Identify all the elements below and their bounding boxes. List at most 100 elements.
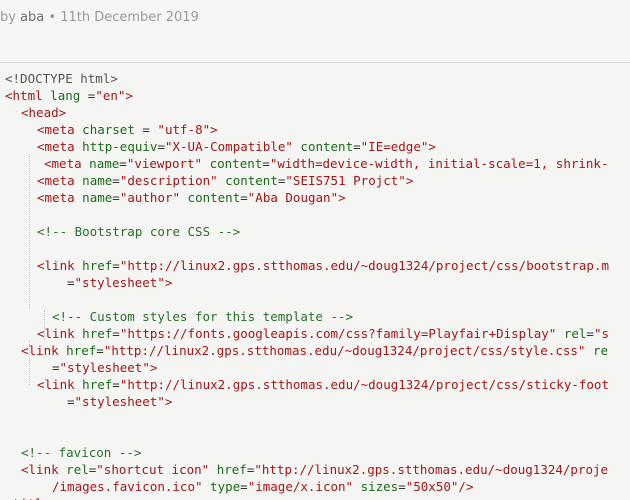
code-line: <!-- Bootstrap core CSS --> [37,223,240,240]
code-token: "http://linux2.gps.stthomas.edu/~doug132… [103,343,586,358]
code-line: <!DOCTYPE html> [5,70,118,87]
code-token: "author" [119,190,181,205]
code-token: "description" [119,173,218,188]
code-token: /> [458,479,474,494]
code-token: "stylesheet" [74,394,165,409]
code-token: "stylesheet" [74,275,165,290]
code-token: <!DOCTYPE html> [5,71,118,86]
code-token: = [119,156,127,171]
code-token: <meta [37,173,75,188]
byline-separator: • [44,10,61,25]
code-token: > [405,173,414,188]
code-line: <meta name="viewport" content="width=dev… [44,155,608,172]
code-token: > [338,190,346,205]
code-token: = [112,258,120,273]
code-line: <link href = "https://fonts.googleapis.com… [37,325,609,342]
code-token: "image/x.icon" [247,479,354,494]
code-token: <!-- Custom styles for this template --> [52,309,354,324]
code-token: = [353,139,361,154]
code-token: <meta [37,190,75,205]
code-token: "s [593,326,610,341]
code-token: "http://linux2.gps.stthomas.edu/~doug132… [119,377,609,392]
code-token: content [292,139,354,154]
code-token: content [180,190,241,205]
code-token: <meta [37,139,75,154]
code-line: <link href="http://linux2.gps.stthomas.e… [21,342,608,359]
code-line: <titl [5,495,43,500]
code-token: <!-- Bootstrap core CSS --> [37,224,241,239]
code-token: > [125,88,133,103]
code-token: charset [74,122,135,137]
code-token: = [52,360,60,375]
code-token: "SEIS751 Projct" [285,173,406,188]
code-token: "shortcut icon" [96,462,210,477]
code-token: "utf-8" [157,122,211,137]
code-token: <link [37,377,75,392]
code-line: /images.favicon.ico" type="image/x.icon"… [52,478,473,495]
code-token: re [585,343,609,358]
code-token: "width=device-width, initial-scale=1, sh… [269,156,609,171]
code-token: "Aba Dougan" [247,190,339,205]
code-token: = [67,275,75,290]
code-token: = [586,326,594,341]
code-token: = [240,190,248,205]
code-line: <meta charset = "utf-8"> [37,121,218,138]
code-token: href [209,462,247,477]
code-token: > [164,275,173,290]
code-line: <link href="http://linux2.gps.stthomas.e… [37,257,609,274]
code-line: <html lang ="en"> [5,87,133,104]
code-token: lang [42,88,81,103]
code-token: "IE=edge" [360,139,429,154]
code-token: = [112,377,120,392]
byline-prefix: by [0,10,21,25]
code-token: = [157,139,165,154]
code-token: <head> [21,105,67,120]
code-block[interactable]: <!DOCTYPE html> <html lang ="en"> <head> <m… [0,63,630,500]
code-token: = [112,173,120,188]
author-link[interactable]: aba [20,10,44,25]
code-token: > [210,122,218,137]
code-token: content [202,156,263,171]
code-token: = [240,479,248,494]
code-line: ="stylesheet"> [67,393,172,410]
code-token: "http://linux2.gps.stthomas.edu/~doug132… [254,462,609,477]
code-line: <head> [21,104,66,121]
code-token: sizes [353,479,399,494]
code-line: ="stylesheet"> [52,359,157,376]
code-token: = [134,122,158,137]
code-token: name [74,173,113,188]
code-token: <link [37,326,75,341]
code-token: <!-- favicon --> [21,445,142,460]
code-token: href [74,326,113,341]
post-date: 11th December 2019 [60,10,199,25]
code-token: href [58,343,97,358]
code-token: <meta [37,122,75,137]
code-token: <meta [44,156,82,171]
code-token: content [217,173,278,188]
code-token: = [96,343,104,358]
code-token: > [164,394,173,409]
code-token: "viewport" [126,156,203,171]
code-line: <link href="http://linux2.gps.stthomas.e… [37,376,609,393]
post-meta-bar: by aba • 11th December 2019 [0,0,630,63]
code-token: "stylesheet" [59,360,150,375]
code-token: <link [21,343,59,358]
code-token: "50x50" [405,479,459,494]
code-line: ="stylesheet"> [67,274,172,291]
code-token: "X-UA-Compatible" [164,139,293,154]
code-token: rel [556,326,587,341]
code-token: "en" [95,88,126,103]
code-token: /images.favicon.ico" [52,479,203,494]
code-token: > [428,139,436,154]
code-token: = [80,88,96,103]
indent-guide [29,154,30,309]
code-token: "https://fonts.googleapis.com/css?family… [119,326,557,341]
code-token: = [67,394,75,409]
code-token: http-equiv [74,139,158,154]
code-token: rel [58,462,89,477]
code-token: href [74,258,113,273]
code-line: <meta http-equiv="X-UA-Compatible" conte… [37,138,436,155]
code-line: <meta name="description" content="SEIS75… [37,172,413,189]
code-token: = [112,190,120,205]
code-token: <titl [5,496,43,500]
